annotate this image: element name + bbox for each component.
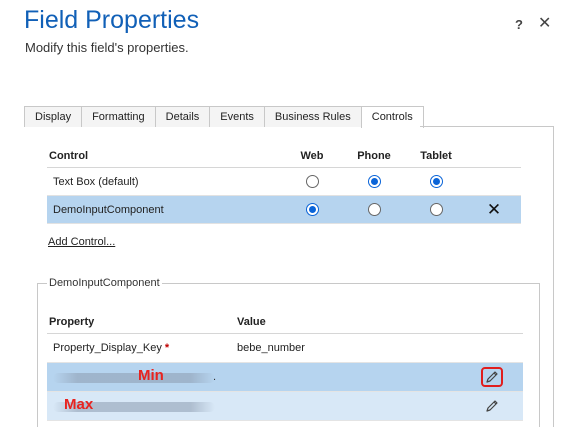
web-radio[interactable]	[305, 175, 319, 188]
annotation-min: Min	[138, 367, 164, 384]
web-radio[interactable]	[305, 203, 319, 216]
properties-table-header: Property Value	[47, 311, 523, 334]
control-name: Text Box (default)	[53, 175, 139, 188]
tablet-radio[interactable]	[429, 175, 443, 188]
component-group-legend: DemoInputComponent	[47, 277, 162, 289]
delete-control-icon[interactable]: ✕	[487, 201, 501, 218]
controls-table-header: Control Web Phone Tablet	[47, 145, 521, 168]
col-phone-header: Phone	[357, 150, 391, 162]
phone-radio[interactable]	[367, 175, 381, 188]
property-row-min[interactable]: Min .	[47, 363, 523, 392]
trailing-dot: .	[213, 371, 217, 383]
tab-details[interactable]: Details	[154, 106, 211, 127]
property-name: Property_Display_Key	[53, 342, 162, 354]
pencil-icon	[486, 400, 498, 412]
dialog-title: Field Properties	[24, 6, 200, 34]
annotation-max: Max	[64, 396, 94, 413]
control-row-text-box[interactable]: Text Box (default)	[47, 168, 521, 196]
tablet-radio[interactable]	[429, 203, 443, 216]
tab-formatting[interactable]: Formatting	[81, 106, 156, 127]
dialog-subtitle: Modify this field's properties.	[25, 40, 189, 55]
required-mark: *	[164, 342, 170, 354]
tab-display[interactable]: Display	[24, 106, 83, 127]
control-row-demo-input[interactable]: DemoInputComponent ✕	[47, 196, 521, 224]
col-value-header: Value	[237, 316, 266, 328]
control-name: DemoInputComponent	[53, 203, 164, 216]
pencil-icon	[486, 371, 498, 383]
col-web-header: Web	[300, 150, 324, 162]
close-button[interactable]: ✕	[538, 13, 551, 33]
tab-bar: Display Formatting Details Events Busine…	[24, 106, 424, 128]
edit-min-button[interactable]	[481, 367, 503, 387]
col-control-header: Control	[49, 150, 89, 162]
col-property-header: Property	[49, 316, 95, 328]
tab-divider	[420, 126, 554, 127]
tab-business-rules[interactable]: Business Rules	[263, 106, 362, 127]
edit-max-button[interactable]	[481, 396, 503, 416]
properties-table: Property Value Property_Display_Key * beb…	[47, 311, 523, 421]
redacted-property-name	[53, 373, 215, 383]
tab-events[interactable]: Events	[209, 106, 265, 127]
tab-controls[interactable]: Controls	[360, 106, 424, 128]
property-value: bebe_number	[237, 342, 305, 354]
panel-border	[553, 126, 554, 427]
property-row-display-key[interactable]: Property_Display_Key * bebe_number	[47, 334, 523, 363]
help-button[interactable]: ?	[515, 17, 523, 32]
controls-table: Control Web Phone Tablet Text Box (defau…	[47, 145, 521, 224]
add-control-link[interactable]: Add Control...	[48, 236, 115, 248]
col-tablet-header: Tablet	[420, 150, 452, 162]
property-row-max[interactable]: Max	[47, 392, 523, 421]
phone-radio[interactable]	[367, 203, 381, 216]
